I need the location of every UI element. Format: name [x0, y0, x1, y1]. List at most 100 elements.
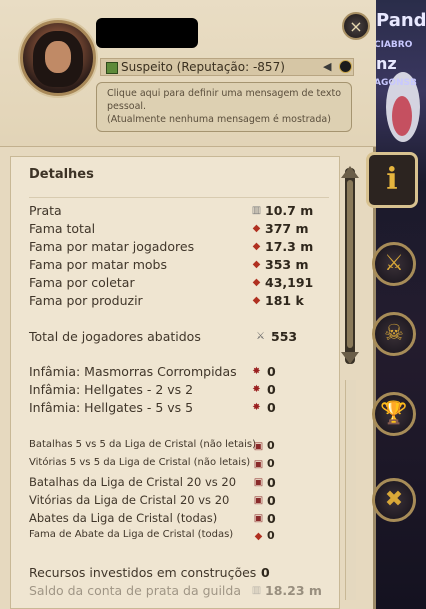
stat-value: 0: [267, 475, 276, 490]
silver-icon: ▥: [251, 205, 262, 216]
crystal-icon: ▣: [253, 459, 264, 470]
stat-label: Fama de Abate da Liga de Cristal (todas): [29, 529, 234, 540]
stat-value: 181 k: [265, 293, 304, 308]
trophy-tab[interactable]: 🏆: [372, 392, 416, 436]
background-figure-red: [392, 96, 412, 136]
stat-label: Infâmia: Hellgates - 5 vs 5: [29, 400, 194, 415]
scroll-up-arrow-icon[interactable]: [341, 166, 359, 178]
stat-row-gathering-fame: Fama por coletar ◆ 43,191: [29, 275, 329, 293]
pve-fame-icon: ◆: [252, 259, 261, 270]
profile-header: × Suspeito (Reputação: -857) ◀ Clique aq…: [0, 0, 376, 147]
crafting-fame-icon: ◆: [252, 295, 261, 306]
stat-row-guild-silver-balance: Saldo da conta de prata da guilda ▥ 18.2…: [29, 583, 329, 601]
skull-tab[interactable]: ☠: [372, 312, 416, 356]
stat-label: Saldo da conta de prata da guilda: [29, 583, 241, 598]
stat-value: 0: [267, 511, 276, 526]
message-line: (Atualmente nenhuma mensagem é mostrada): [107, 114, 331, 125]
silver-icon: ▥: [251, 585, 262, 596]
reputation-label: Suspeito (Reputação: -857): [121, 60, 285, 74]
stat-row-players-killed: Total de jogadores abatidos ⚔ 553: [29, 329, 329, 347]
stat-value: 553: [271, 329, 298, 344]
scrollbar-thumb[interactable]: [347, 180, 353, 348]
stat-value: 10.7 m: [265, 203, 314, 218]
stat-value: 0: [267, 529, 275, 542]
crystal-fame-icon: ◆: [254, 531, 263, 542]
stat-label: Batalhas 5 vs 5 da Liga de Cristal (não …: [29, 439, 257, 450]
stat-row-pvp-fame: Fama por matar jogadores ◆ 17.3 m: [29, 239, 329, 257]
stat-value: 0: [267, 400, 276, 415]
message-line: Clique aqui para definir uma mensagem de…: [107, 88, 342, 99]
swords-icon: ⚔: [256, 331, 265, 342]
infamy-icon: ✸: [252, 384, 261, 395]
stat-label: Fama total: [29, 221, 96, 236]
stat-row-construction-resources: Recursos investidos em construções 0: [29, 565, 329, 583]
gathering-fame-icon: ◆: [252, 277, 261, 288]
stat-value: 0: [267, 382, 276, 397]
pvp-fame-icon: ◆: [252, 241, 261, 252]
player-profile-panel: × Suspeito (Reputação: -857) ◀ Clique aq…: [0, 0, 376, 609]
stat-row-crystal-5v5-wins: Vitórias 5 vs 5 da Liga de Cristal (não …: [29, 457, 329, 475]
stat-label: Fama por matar jogadores: [29, 239, 195, 254]
reputation-icon: [106, 62, 118, 74]
stat-value: 0: [261, 565, 270, 580]
player-name-redacted: [96, 18, 198, 48]
stat-value: 17.3 m: [265, 239, 314, 254]
infamy-icon: ✸: [252, 366, 261, 377]
stat-value: 43,191: [265, 275, 314, 290]
details-title: Detalhes: [29, 167, 94, 182]
stat-value: 18.23 m: [265, 583, 322, 598]
crossed-axes-tab[interactable]: ✖: [372, 478, 416, 522]
swords-tab[interactable]: ⚔: [372, 242, 416, 286]
stat-value: 0: [267, 493, 276, 508]
stat-label: Recursos investidos em construções: [29, 565, 257, 580]
stat-value: 353 m: [265, 257, 309, 272]
scrollbar-lower-area: [345, 380, 356, 600]
stat-label: Total de jogadores abatidos: [29, 329, 201, 344]
crystal-icon: ▣: [253, 441, 264, 452]
stat-label: Fama por matar mobs: [29, 257, 167, 272]
stat-label: Abates da Liga de Cristal (todas): [29, 511, 218, 525]
message-line: pessoal.: [107, 101, 147, 112]
stat-value: 0: [267, 439, 275, 452]
stat-row-crystal-5v5-battles: Batalhas 5 vs 5 da Liga de Cristal (não …: [29, 439, 329, 457]
stat-row-crystal-20v20-battles: Batalhas da Liga de Cristal 20 vs 20 ▣ 0: [29, 475, 329, 493]
stat-label: Infâmia: Hellgates - 2 vs 2: [29, 382, 194, 397]
background-text: nz: [376, 54, 397, 73]
stat-label: Batalhas da Liga de Cristal 20 vs 20: [29, 475, 237, 489]
fame-icon: ◆: [252, 223, 261, 234]
stat-label: Vitórias 5 vs 5 da Liga de Cristal (não …: [29, 457, 251, 468]
reputation-bar: Suspeito (Reputação: -857) ◀: [100, 58, 354, 76]
stat-row-infamy-hellgate-2v2: Infâmia: Hellgates - 2 vs 2 ✸ 0: [29, 382, 329, 400]
player-avatar[interactable]: [20, 20, 96, 96]
infamy-icon: ✸: [252, 402, 261, 413]
stat-row-infamy-corrupted: Infâmia: Masmorras Corrompidas ✸ 0: [29, 364, 329, 382]
close-button[interactable]: ×: [342, 12, 370, 40]
info-tab[interactable]: i: [366, 152, 418, 208]
stat-label: Prata: [29, 203, 62, 218]
crystal-icon: ▣: [253, 477, 264, 488]
stat-row-silver: Prata ▥ 10.7 m: [29, 203, 329, 221]
stat-label: Vitórias da Liga de Cristal 20 vs 20: [29, 493, 230, 507]
crystal-icon: ▣: [253, 513, 264, 524]
stat-value: 0: [267, 364, 276, 379]
details-content: Detalhes Prata ▥ 10.7 m Fama total ◆ 377…: [10, 156, 340, 609]
stat-value: 377 m: [265, 221, 309, 236]
crystal-icon: ▣: [253, 495, 264, 506]
stat-row-pve-fame: Fama por matar mobs ◆ 353 m: [29, 257, 329, 275]
scroll-down-arrow-icon[interactable]: [341, 352, 359, 364]
stat-row-crafting-fame: Fama por produzir ◆ 181 k: [29, 293, 329, 311]
stat-row-crystal-20v20-wins: Vitórias da Liga de Cristal 20 vs 20 ▣ 0: [29, 493, 329, 511]
stat-label: Fama por produzir: [29, 293, 143, 308]
left-arrow-icon[interactable]: ◀: [323, 61, 337, 73]
lock-icon[interactable]: [339, 60, 352, 73]
personal-message-box[interactable]: Clique aqui para definir uma mensagem de…: [96, 82, 352, 132]
divider: [29, 197, 329, 198]
background-text: AGONSB: [374, 78, 417, 88]
stat-row-crystal-kills: Abates da Liga de Cristal (todas) ▣ 0: [29, 511, 329, 529]
background-text: CIABRO: [374, 40, 413, 50]
background-text: Pand: [376, 10, 426, 31]
avatar-face: [45, 41, 71, 73]
stat-label: Infâmia: Masmorras Corrompidas: [29, 364, 237, 379]
stat-row-infamy-hellgate-5v5: Infâmia: Hellgates - 5 vs 5 ✸ 0: [29, 400, 329, 418]
stat-row-total-fame: Fama total ◆ 377 m: [29, 221, 329, 239]
